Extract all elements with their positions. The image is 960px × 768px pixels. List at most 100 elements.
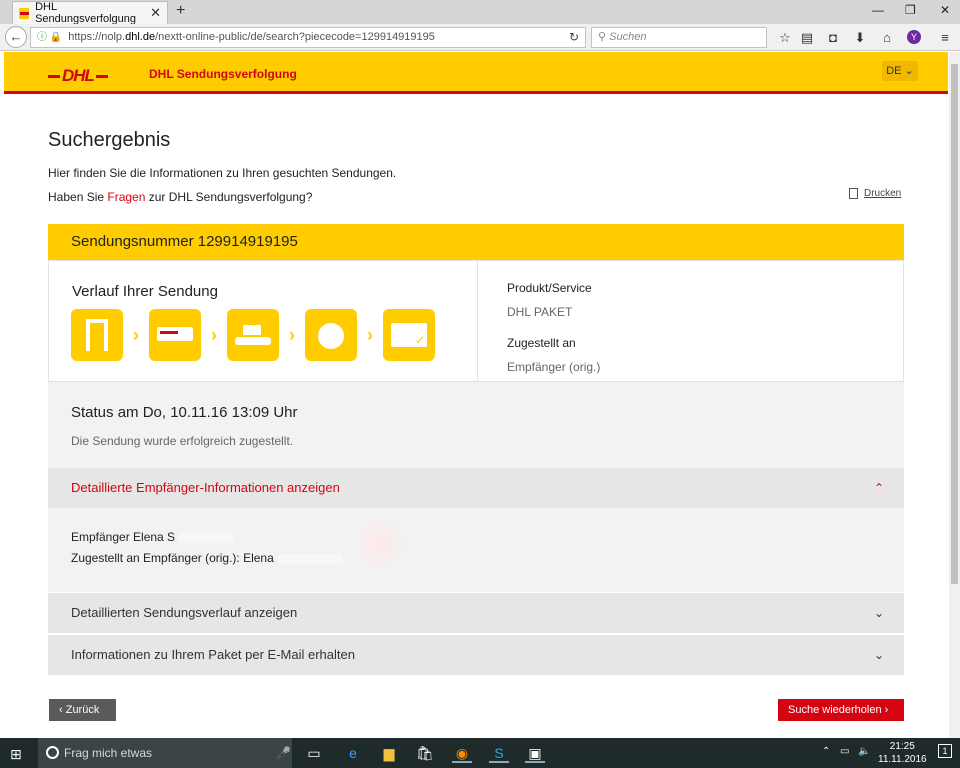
delivered-to-value: Empfänger (orig.)	[507, 360, 601, 374]
product-value: DHL PAKET	[507, 305, 573, 319]
address-bar[interactable]: ⓘ 🔒 https://nolp.dhl.de/nextt-online-publ…	[30, 27, 586, 48]
progress-stages: › › › ›	[71, 309, 435, 361]
microphone-icon[interactable]: 🎤	[276, 738, 291, 768]
status-title: Status am Do, 10.11.16 13:09 Uhr	[71, 404, 298, 421]
new-tab-icon[interactable]: +	[176, 2, 185, 20]
recipient-details-toggle[interactable]: Detaillierte Empfänger-Informationen anz…	[48, 468, 904, 508]
print-link[interactable]: Drucken	[849, 188, 901, 199]
repeat-search-button[interactable]: Suche wiederholen ›	[778, 699, 904, 721]
chevron-right-icon: ›	[133, 324, 139, 345]
browser-search-input[interactable]: ⚲ Suchen	[591, 27, 767, 48]
status-panel: Status am Do, 10.11.16 13:09 Uhr Die Sen…	[48, 382, 904, 468]
minimize-icon[interactable]: —	[872, 3, 884, 17]
blurred-signature	[353, 516, 409, 572]
tray-expand-icon[interactable]: ⌃	[822, 746, 830, 757]
chevron-right-icon: ›	[289, 324, 295, 345]
home-icon[interactable]: ⌂	[879, 30, 895, 45]
skype-icon[interactable]: S	[489, 743, 509, 763]
email-info-label: Informationen zu Ihrem Paket per E-Mail …	[71, 647, 355, 662]
product-label: Produkt/Service	[507, 281, 592, 295]
scrollbar-thumb[interactable]	[951, 64, 958, 584]
file-explorer-icon[interactable]: ▆	[379, 743, 399, 763]
taskbar-search-placeholder: Frag mich etwas	[64, 746, 153, 760]
shipment-number: Sendungsnummer 129914919195	[48, 224, 904, 260]
notification-center-icon[interactable]: 1	[938, 744, 952, 758]
profile-avatar[interactable]: Y	[907, 30, 921, 44]
shipment-history-toggle[interactable]: Detaillierten Sendungsverlauf anzeigen ⌄	[48, 593, 904, 633]
received-icon	[71, 309, 123, 361]
recipient-delivered-text: Zugestellt an Empfänger (orig.): Elena	[71, 551, 274, 565]
firefox-icon[interactable]: ◉	[452, 743, 472, 763]
menu-icon[interactable]: ≡	[937, 30, 953, 45]
dhl-header: DHL DHL Sendungsverfolgung DE ⌄	[4, 52, 948, 94]
chevron-right-icon: ›	[211, 324, 217, 345]
back-button[interactable]: ‹ Zurück	[49, 699, 116, 721]
windows-taskbar: ⊞ Frag mich etwas 🎤 ▭ e ▆ 🛍 ◉ S ▣ ⌃ ▭ 🔈 …	[0, 738, 960, 768]
truck-icon	[149, 309, 201, 361]
recipient-details-label: Detaillierte Empfänger-Informationen anz…	[71, 480, 340, 495]
search-icon: ⚲	[598, 31, 610, 43]
search-placeholder: Suchen	[609, 31, 647, 43]
browser-nav-bar: ← ⓘ 🔒 https://nolp.dhl.de/nextt-online-pu…	[0, 24, 960, 51]
recipient-delivered: Zugestellt an Empfänger (orig.): Elena	[71, 551, 344, 565]
courier-icon	[305, 309, 357, 361]
url-prefix: https://nolp.	[68, 31, 126, 43]
taskbar-search-input[interactable]: Frag mich etwas 🎤	[38, 738, 292, 768]
browser-tab[interactable]: DHL Sendungsverfolgung ✕	[12, 1, 168, 25]
tab-title: DHL Sendungsverfolgung	[35, 1, 136, 25]
redacted-text	[277, 553, 344, 564]
chevron-up-icon: ⌃	[873, 481, 884, 495]
faq-suffix: zur DHL Sendungsverfolgung?	[145, 190, 313, 204]
print-label: Drucken	[864, 188, 902, 199]
volume-icon[interactable]: 🔈	[858, 746, 870, 757]
lock-icon: ⓘ 🔒	[37, 32, 63, 43]
redacted-text	[178, 532, 235, 543]
window-close-icon[interactable]: ✕	[940, 3, 950, 17]
edge-icon[interactable]: e	[343, 743, 363, 763]
download-icon[interactable]: ⬇	[852, 30, 868, 46]
shipment-overview: Verlauf Ihrer Sendung › › › › Produkt/Se…	[48, 260, 904, 383]
chevron-down-icon: ⌄	[873, 606, 884, 620]
clock-date: 11.11.2016	[878, 754, 927, 765]
header-title: DHL Sendungsverfolgung	[149, 67, 297, 81]
back-arrow-icon[interactable]: ←	[5, 26, 27, 48]
recipient-name: Empfänger Elena S	[71, 530, 235, 544]
windows-start-icon[interactable]: ⊞	[10, 746, 22, 763]
url-path: /nextt-online-public/de/search?piececode…	[155, 31, 435, 43]
faq-link[interactable]: Fragen	[107, 190, 145, 204]
reading-list-icon[interactable]: ▤	[799, 30, 815, 46]
email-info-toggle[interactable]: Informationen zu Ihrem Paket per E-Mail …	[48, 635, 904, 675]
page-title: Suchergebnis	[48, 129, 171, 151]
reload-icon[interactable]: ↻	[563, 27, 585, 48]
browser-tab-bar: DHL Sendungsverfolgung ✕ + — ❐ ✕	[0, 0, 960, 25]
delivered-icon	[383, 309, 435, 361]
dhl-logo-text: DHL	[62, 66, 95, 85]
faq-prefix: Haben Sie	[48, 190, 108, 204]
recipient-details-panel: Empfänger Elena S Zugestellt an Empfänge…	[48, 508, 904, 592]
intro-text: Hier finden Sie die Informationen zu Ihr…	[48, 166, 397, 180]
history-title: Verlauf Ihrer Sendung	[72, 283, 218, 300]
chevron-down-icon: ⌄	[873, 648, 884, 662]
pocket-icon[interactable]: ◘	[825, 30, 841, 45]
store-icon[interactable]: 🛍	[415, 743, 435, 763]
dhl-favicon-icon	[19, 7, 30, 19]
tab-close-icon[interactable]: ✕	[150, 5, 161, 21]
bookmark-star-icon[interactable]: ☆	[777, 30, 793, 46]
faq-text: Haben Sie Fragen zur DHL Sendungsverfolg…	[48, 190, 312, 204]
network-icon[interactable]: ▭	[840, 746, 849, 757]
divider	[477, 261, 478, 383]
document-icon	[849, 188, 858, 199]
shipment-history-label: Detaillierten Sendungsverlauf anzeigen	[71, 605, 298, 620]
recipient-name-text: Empfänger Elena S	[71, 530, 176, 544]
web-page: DHL DHL Sendungsverfolgung DE ⌄ Sucherge…	[0, 52, 949, 738]
restore-icon[interactable]: ❐	[905, 3, 916, 17]
language-select[interactable]: DE ⌄	[882, 61, 918, 81]
system-clock[interactable]: 21:25 11.11.2016	[878, 740, 927, 766]
delivered-to-label: Zugestellt an	[507, 336, 576, 350]
dhl-logo[interactable]: DHL	[48, 66, 110, 86]
sorting-icon	[227, 309, 279, 361]
app-window-icon[interactable]: ▣	[525, 743, 545, 763]
task-view-icon[interactable]: ▭	[304, 743, 324, 763]
chevron-right-icon: ›	[367, 324, 373, 345]
url-domain: dhl.de	[125, 31, 156, 43]
